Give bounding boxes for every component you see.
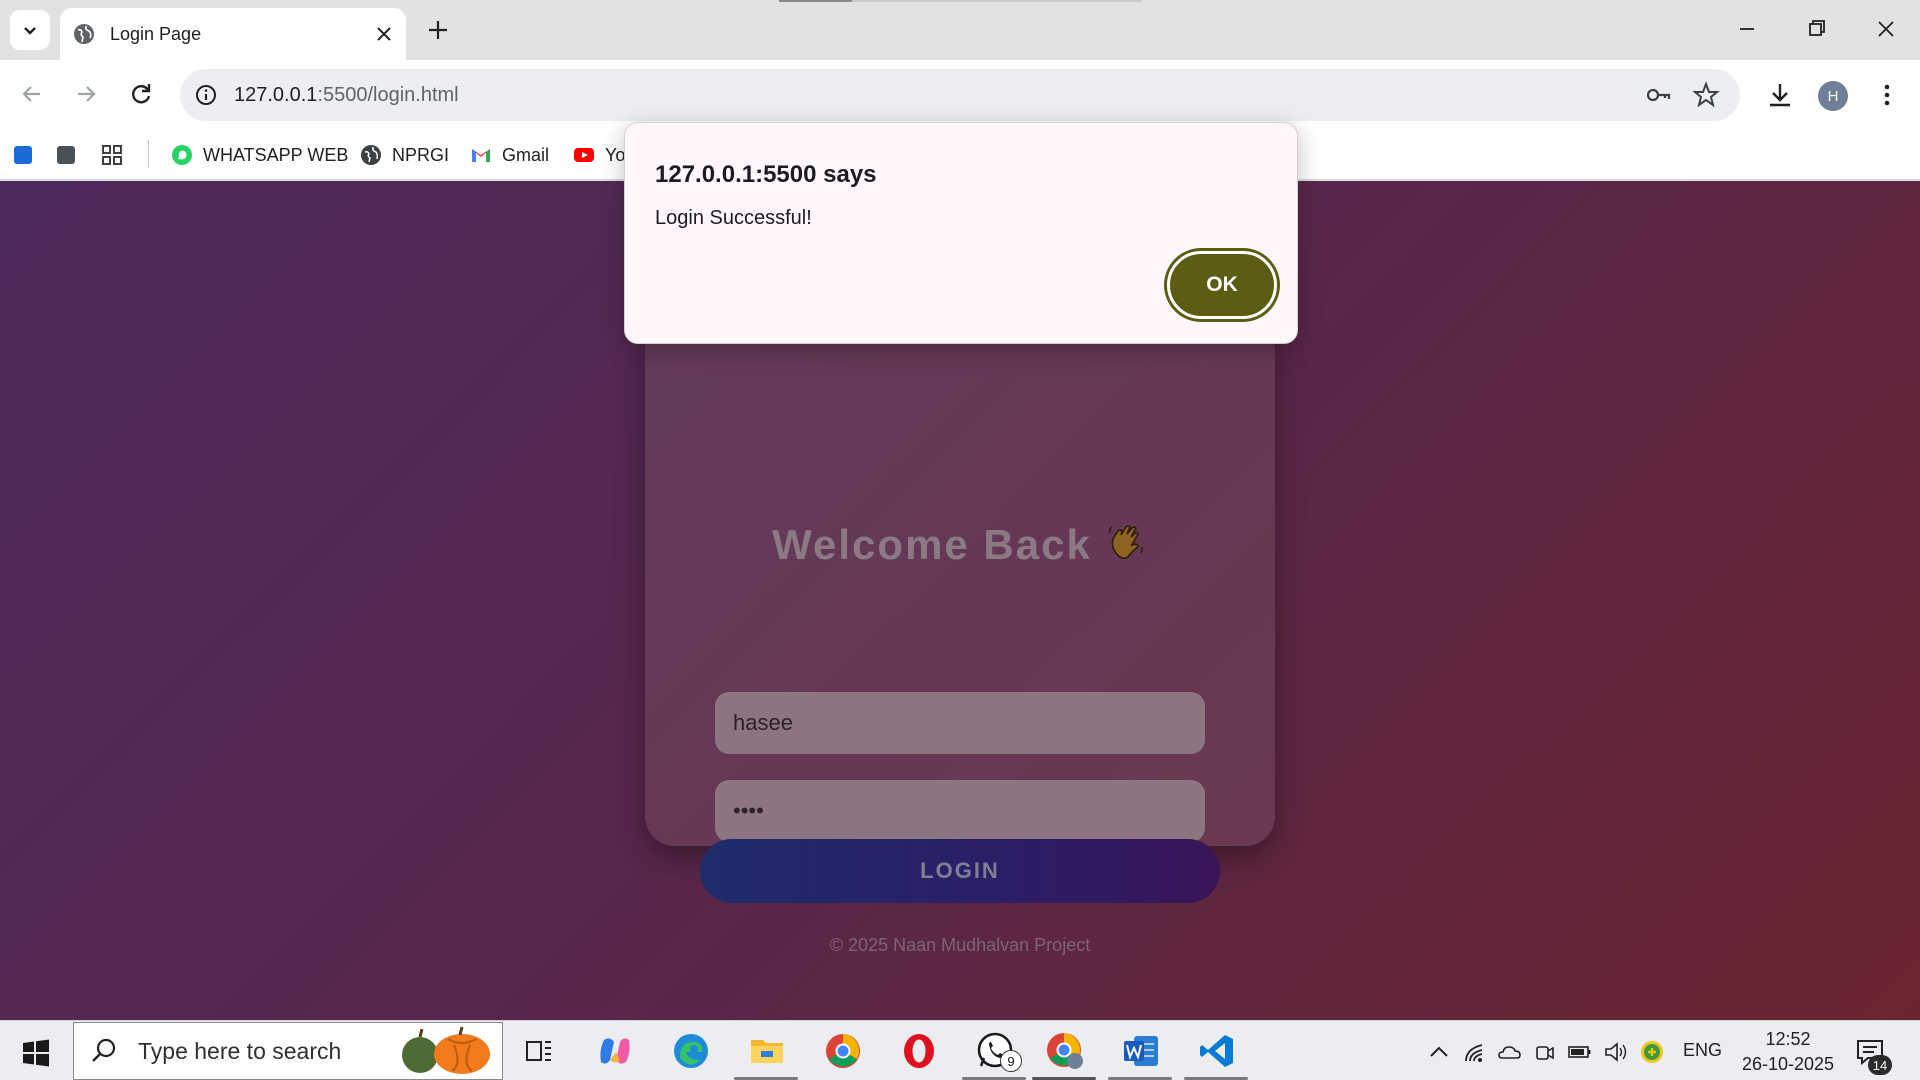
back-arrow-icon[interactable] — [16, 78, 48, 110]
globe-icon — [361, 145, 381, 165]
new-tab-icon[interactable] — [424, 16, 452, 44]
star-icon[interactable] — [1692, 81, 1720, 109]
tab-strip: Login Page — [0, 0, 1920, 60]
tab-login-page[interactable]: Login Page — [60, 8, 406, 60]
language-indicator[interactable]: ENG — [1683, 1040, 1722, 1061]
apps-grid-icon — [102, 145, 122, 165]
address-bar[interactable]: 127.0.0.1:5500/login.html — [180, 69, 1740, 121]
edge-icon — [674, 1034, 708, 1068]
alert-dialog: 127.0.0.1:5500 says Login Successful! OK — [624, 122, 1298, 344]
tab-title: Login Page — [110, 23, 202, 44]
globe-icon — [74, 24, 94, 44]
minimize-icon[interactable] — [1732, 14, 1762, 44]
url-host: 127.0.0.1 — [234, 83, 318, 106]
forward-arrow-icon[interactable] — [70, 78, 102, 110]
vscode-icon — [1200, 1035, 1233, 1067]
word-icon — [1124, 1036, 1158, 1066]
youtube-icon — [574, 148, 594, 162]
ok-button[interactable]: OK — [1167, 251, 1277, 319]
battery-icon[interactable] — [1567, 1039, 1593, 1065]
taskbar: Type here to search ENG 12:52 26-10-2025… — [0, 1020, 1920, 1080]
download-icon[interactable] — [1765, 80, 1795, 110]
browser-toolbar: 127.0.0.1:5500/login.html H — [0, 60, 1920, 128]
reload-icon[interactable] — [125, 78, 157, 110]
login-button[interactable]: LOGIN — [700, 839, 1220, 903]
welcome-heading: Welcome Back — [772, 521, 1092, 568]
volume-icon[interactable] — [1603, 1039, 1629, 1065]
task-view-icon — [526, 1041, 551, 1061]
gmail-icon — [472, 149, 490, 162]
profile-avatar[interactable]: H — [1818, 81, 1848, 111]
tab-scroll-track — [852, 0, 1142, 2]
bookmark-label: Gmail — [502, 144, 550, 165]
bookmark-apps[interactable] — [101, 142, 133, 168]
gray-square-icon — [57, 146, 75, 164]
blue-square-icon — [14, 146, 32, 164]
clock[interactable]: 12:52 26-10-2025 — [1728, 1027, 1848, 1077]
site-info-icon[interactable] — [194, 83, 218, 107]
chrome-profile-button[interactable] — [1043, 1029, 1087, 1073]
footer-copyright: © 2025 Naan Mudhalvan Project — [829, 935, 1091, 955]
opera-button[interactable] — [897, 1029, 941, 1073]
taskbar-search[interactable]: Type here to search — [73, 1022, 503, 1080]
username-input[interactable]: hasee — [715, 692, 1205, 754]
dialog-message: Login Successful! — [655, 207, 812, 229]
search-icon — [92, 1038, 116, 1062]
pumpkin-icon — [402, 1026, 490, 1074]
windows-start-icon[interactable] — [22, 1039, 50, 1067]
chrome-button[interactable] — [821, 1029, 865, 1073]
login-title: Welcome Back — [645, 521, 1275, 569]
bookmark-label: Yo — [605, 144, 626, 165]
bookmark-gray-app[interactable] — [55, 142, 87, 168]
close-icon[interactable] — [374, 24, 394, 44]
folder-icon — [751, 1040, 783, 1063]
network-icon[interactable] — [1462, 1039, 1488, 1065]
bookmark-separator — [148, 140, 149, 168]
onedrive-icon[interactable] — [1497, 1039, 1523, 1065]
waving-hand-icon — [1108, 525, 1143, 560]
window-close-icon[interactable] — [1871, 14, 1901, 44]
bookmark-blue-app[interactable] — [12, 142, 44, 168]
dialog-origin: 127.0.0.1:5500 says — [655, 161, 877, 188]
restore-icon[interactable] — [1802, 14, 1832, 44]
password-input[interactable]: •••• — [715, 780, 1205, 842]
whatsapp-icon — [172, 145, 192, 165]
search-placeholder: Type here to search — [138, 1037, 342, 1064]
clock-time: 12:52 — [1765, 1029, 1811, 1049]
whatsapp-unread-badge: 9 — [1000, 1050, 1022, 1072]
edge-button[interactable] — [669, 1029, 713, 1073]
bookmark-label: NPRGI — [392, 144, 450, 165]
notification-count-badge: 14 — [1868, 1055, 1892, 1075]
bookmark-youtube[interactable]: Yo — [573, 142, 625, 168]
bookmark-whatsapp[interactable]: WHATSAPP WEB — [171, 142, 348, 168]
task-view-button[interactable] — [517, 1029, 561, 1073]
url-text: 127.0.0.1:5500/login.html — [234, 84, 1644, 107]
security-status-icon[interactable] — [1639, 1039, 1665, 1065]
opera-icon — [904, 1034, 934, 1068]
tab-search-button[interactable] — [10, 10, 50, 50]
word-button[interactable] — [1119, 1029, 1163, 1073]
login-card: Welcome Back hasee •••• LOGIN © 2025 Naa… — [645, 321, 1275, 955]
key-icon[interactable] — [1644, 81, 1672, 109]
bookmark-nprgi[interactable]: NPRGI — [360, 142, 449, 168]
bookmark-gmail[interactable]: Gmail — [470, 142, 549, 168]
file-explorer-button[interactable] — [745, 1029, 789, 1073]
chevron-up-icon[interactable] — [1426, 1039, 1452, 1065]
bookmark-label: WHATSAPP WEB — [203, 144, 349, 165]
chrome-icon — [1047, 1033, 1083, 1069]
meet-icon[interactable] — [1532, 1039, 1558, 1065]
clock-date: 26-10-2025 — [1741, 1054, 1835, 1074]
chevron-down-icon — [24, 27, 36, 35]
more-menu-icon[interactable] — [1872, 80, 1902, 110]
copilot-icon — [600, 1038, 630, 1064]
chrome-icon — [826, 1034, 860, 1068]
vscode-button[interactable] — [1195, 1029, 1239, 1073]
url-path: :5500/login.html — [317, 83, 459, 106]
tab-scroll-indicator — [779, 0, 852, 2]
copilot-button[interactable] — [593, 1029, 637, 1073]
